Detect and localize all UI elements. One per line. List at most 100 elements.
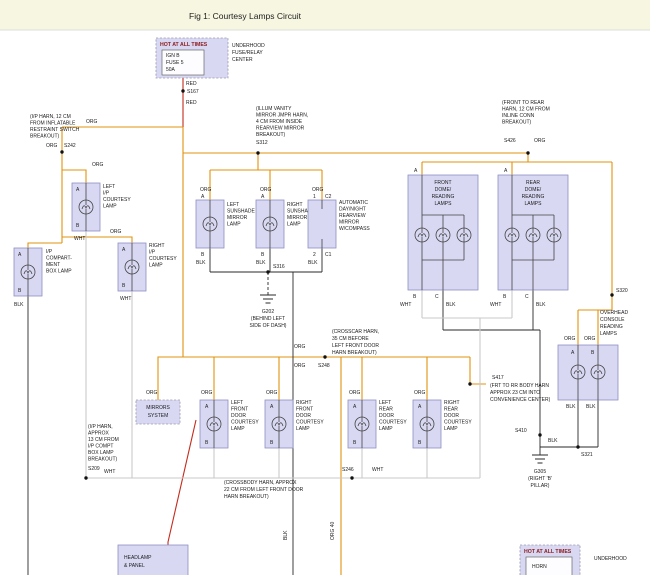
svg-text:LAMP: LAMP (379, 426, 393, 432)
svg-text:(FRT TO RR BODY HARN: (FRT TO RR BODY HARN (490, 383, 549, 389)
svg-text:BREAKOUT): BREAKOUT) (256, 132, 286, 138)
splice-s246 (350, 476, 353, 479)
wire-color-label: BLK (586, 404, 596, 410)
wire-color-label: BLK (256, 260, 266, 266)
svg-text:BREAKOUT): BREAKOUT) (30, 134, 60, 140)
svg-text:(FRONT TO REAR: (FRONT TO REAR (502, 100, 545, 106)
svg-text:LAMP: LAMP (227, 222, 241, 228)
right-sunshade-mirror-lamp: ORG A RIGHT SUNSHADE MIRROR LAMP B BLK (256, 187, 315, 266)
underhood-fuse-center-bottom: HOT AT ALL TIMES HORN UNDERHOOD (520, 545, 627, 575)
svg-text:COURTESY: COURTESY (296, 420, 324, 426)
svg-text:(I/P HARN, 12 CM: (I/P HARN, 12 CM (30, 114, 71, 120)
svg-text:DOME/: DOME/ (525, 187, 542, 193)
wire-color-label: BLK (446, 302, 456, 308)
svg-text:READING: READING (600, 324, 623, 330)
svg-text:REAR: REAR (379, 407, 393, 413)
fuse-number: FUSE 5 (166, 60, 184, 66)
wire-color-label: ORG (46, 143, 58, 149)
right-front-door-courtesy-lamp: ORG A B RIGHT FRONT DOOR COURTESY LAMP (265, 390, 324, 448)
splice-label: S248 (318, 363, 330, 369)
splice-s209 (84, 476, 87, 479)
left-front-door-courtesy-lamp: ORG A B LEFT FRONT DOOR COURTESY LAMP (200, 390, 259, 448)
svg-text:MIRROR: MIRROR (227, 215, 248, 221)
pin-label: C2 (325, 194, 332, 200)
left-sunshade-mirror-lamp: ORG A LEFT SUNSHADE MIRROR LAMP B BLK (196, 187, 255, 266)
splice-label: S167 (187, 89, 199, 95)
svg-text:DOOR: DOOR (296, 413, 311, 419)
svg-text:DAY/NIGHT: DAY/NIGHT (339, 207, 366, 213)
svg-text:LAMP: LAMP (287, 222, 301, 228)
s417-note: S417 (FRT TO RR BODY HARN APPROX 23 CM I… (468, 375, 550, 403)
svg-text:(RIGHT 'B': (RIGHT 'B' (528, 476, 552, 482)
wire-color-label: BLK (308, 260, 318, 266)
wire-color-label: WHT (120, 296, 131, 302)
splice-s242 (60, 150, 63, 153)
s209-note: (I/P HARN, APPROX 13 CM FROM I/P COMPT B… (84, 424, 119, 480)
wire-color-label: BLK (14, 302, 24, 308)
splice-s167 (181, 89, 184, 92)
svg-text:FRONT: FRONT (296, 407, 313, 413)
svg-text:I/P COMPT: I/P COMPT (88, 444, 113, 450)
wire-color-label: ORG (110, 229, 122, 235)
svg-text:AUTOMATIC: AUTOMATIC (339, 200, 368, 206)
fuse-location: UNDERHOOD (594, 556, 627, 562)
wire-color-label: BLK (548, 438, 558, 444)
svg-text:BREAKOUT): BREAKOUT) (88, 457, 118, 463)
svg-text:COURTESY: COURTESY (379, 420, 407, 426)
fuse-location: FUSE/RELAY (232, 50, 263, 56)
svg-text:FRONT: FRONT (231, 407, 248, 413)
s426-note: (FRONT TO REAR HARN, 12 CM FROM INLINE C… (502, 100, 550, 155)
figure-title: Fig 1: Courtesy Lamps Circuit (189, 11, 302, 21)
splice-s410 (538, 433, 541, 436)
pin-label: A (504, 168, 508, 174)
svg-text:HARN, 12 CM FROM: HARN, 12 CM FROM (502, 107, 550, 113)
wire-color-label: ORG (294, 344, 306, 350)
wire-color-label: WHT (490, 302, 501, 308)
svg-text:APPROX 23 CM INTO: APPROX 23 CM INTO (490, 390, 540, 396)
pin-label: A (201, 194, 205, 200)
svg-text:BOX LAMP: BOX LAMP (88, 450, 114, 456)
pin-label: C (525, 294, 529, 300)
s312-note: (ILLUM VANITY MIRROR JMPR HARN, 4 CM FRO… (256, 106, 308, 155)
pin-label: 2 (313, 252, 316, 258)
svg-text:INLINE CONN: INLINE CONN (502, 113, 535, 119)
overhead-console-reading-lamps: S320 OVERHEAD CONSOLE READING LAMPS ORG … (558, 288, 628, 410)
svg-text:HARN BREAKOUT): HARN BREAKOUT) (224, 494, 269, 500)
svg-text:SIDE OF DASH): SIDE OF DASH) (250, 323, 287, 329)
wire-color-label: WHT (372, 467, 383, 473)
fuse-location: UNDERHOOD (232, 43, 265, 49)
svg-text:HARN BREAKOUT): HARN BREAKOUT) (332, 350, 377, 356)
svg-text:DOOR: DOOR (444, 413, 459, 419)
pin-label: B (261, 252, 265, 258)
svg-text:COURTESY: COURTESY (103, 197, 131, 203)
wire-color-label: ORG (260, 187, 272, 193)
wire-color-label: ORG (200, 187, 212, 193)
svg-text:REARVIEW MIRROR: REARVIEW MIRROR (256, 126, 305, 132)
svg-text:I/P: I/P (46, 249, 53, 255)
hot-label: HOT AT ALL TIMES (160, 42, 208, 48)
svg-text:APPROX: APPROX (88, 431, 110, 437)
wire-color-label: ORG (414, 390, 426, 396)
svg-text:G305: G305 (534, 469, 546, 475)
svg-text:G202: G202 (262, 309, 274, 315)
svg-text:(ILLUM VANITY: (ILLUM VANITY (256, 106, 292, 112)
rear-dome-reading-lamps: A REAR DOME/ READING LAMPS B WHT C BLK (490, 168, 568, 308)
svg-text:REAR: REAR (444, 407, 458, 413)
wire-color-label: ORG (146, 390, 158, 396)
splice-label: S320 (616, 288, 628, 294)
wire-color-label: BLK (283, 530, 289, 540)
pin-label: B (503, 294, 507, 300)
s248-note: (CROSSCAR HARN, 35 CM BEFORE LEFT FRONT … (294, 329, 379, 369)
svg-text:COURTESY: COURTESY (231, 420, 259, 426)
svg-text:LAMPS: LAMPS (525, 201, 543, 207)
svg-text:22 CM FROM LEFT FRONT DOOR: 22 CM FROM LEFT FRONT DOOR (224, 487, 304, 493)
pin-label: A (414, 168, 418, 174)
svg-text:LAMP: LAMP (444, 426, 458, 432)
svg-text:MIRRORS: MIRRORS (146, 405, 170, 411)
title-bar (0, 0, 650, 30)
svg-text:COMPART-: COMPART- (46, 256, 72, 262)
splice-label: S321 (581, 452, 593, 458)
svg-text:FRONT: FRONT (434, 180, 451, 186)
svg-text:DOME/: DOME/ (435, 187, 452, 193)
svg-text:OVERHEAD: OVERHEAD (600, 310, 628, 316)
